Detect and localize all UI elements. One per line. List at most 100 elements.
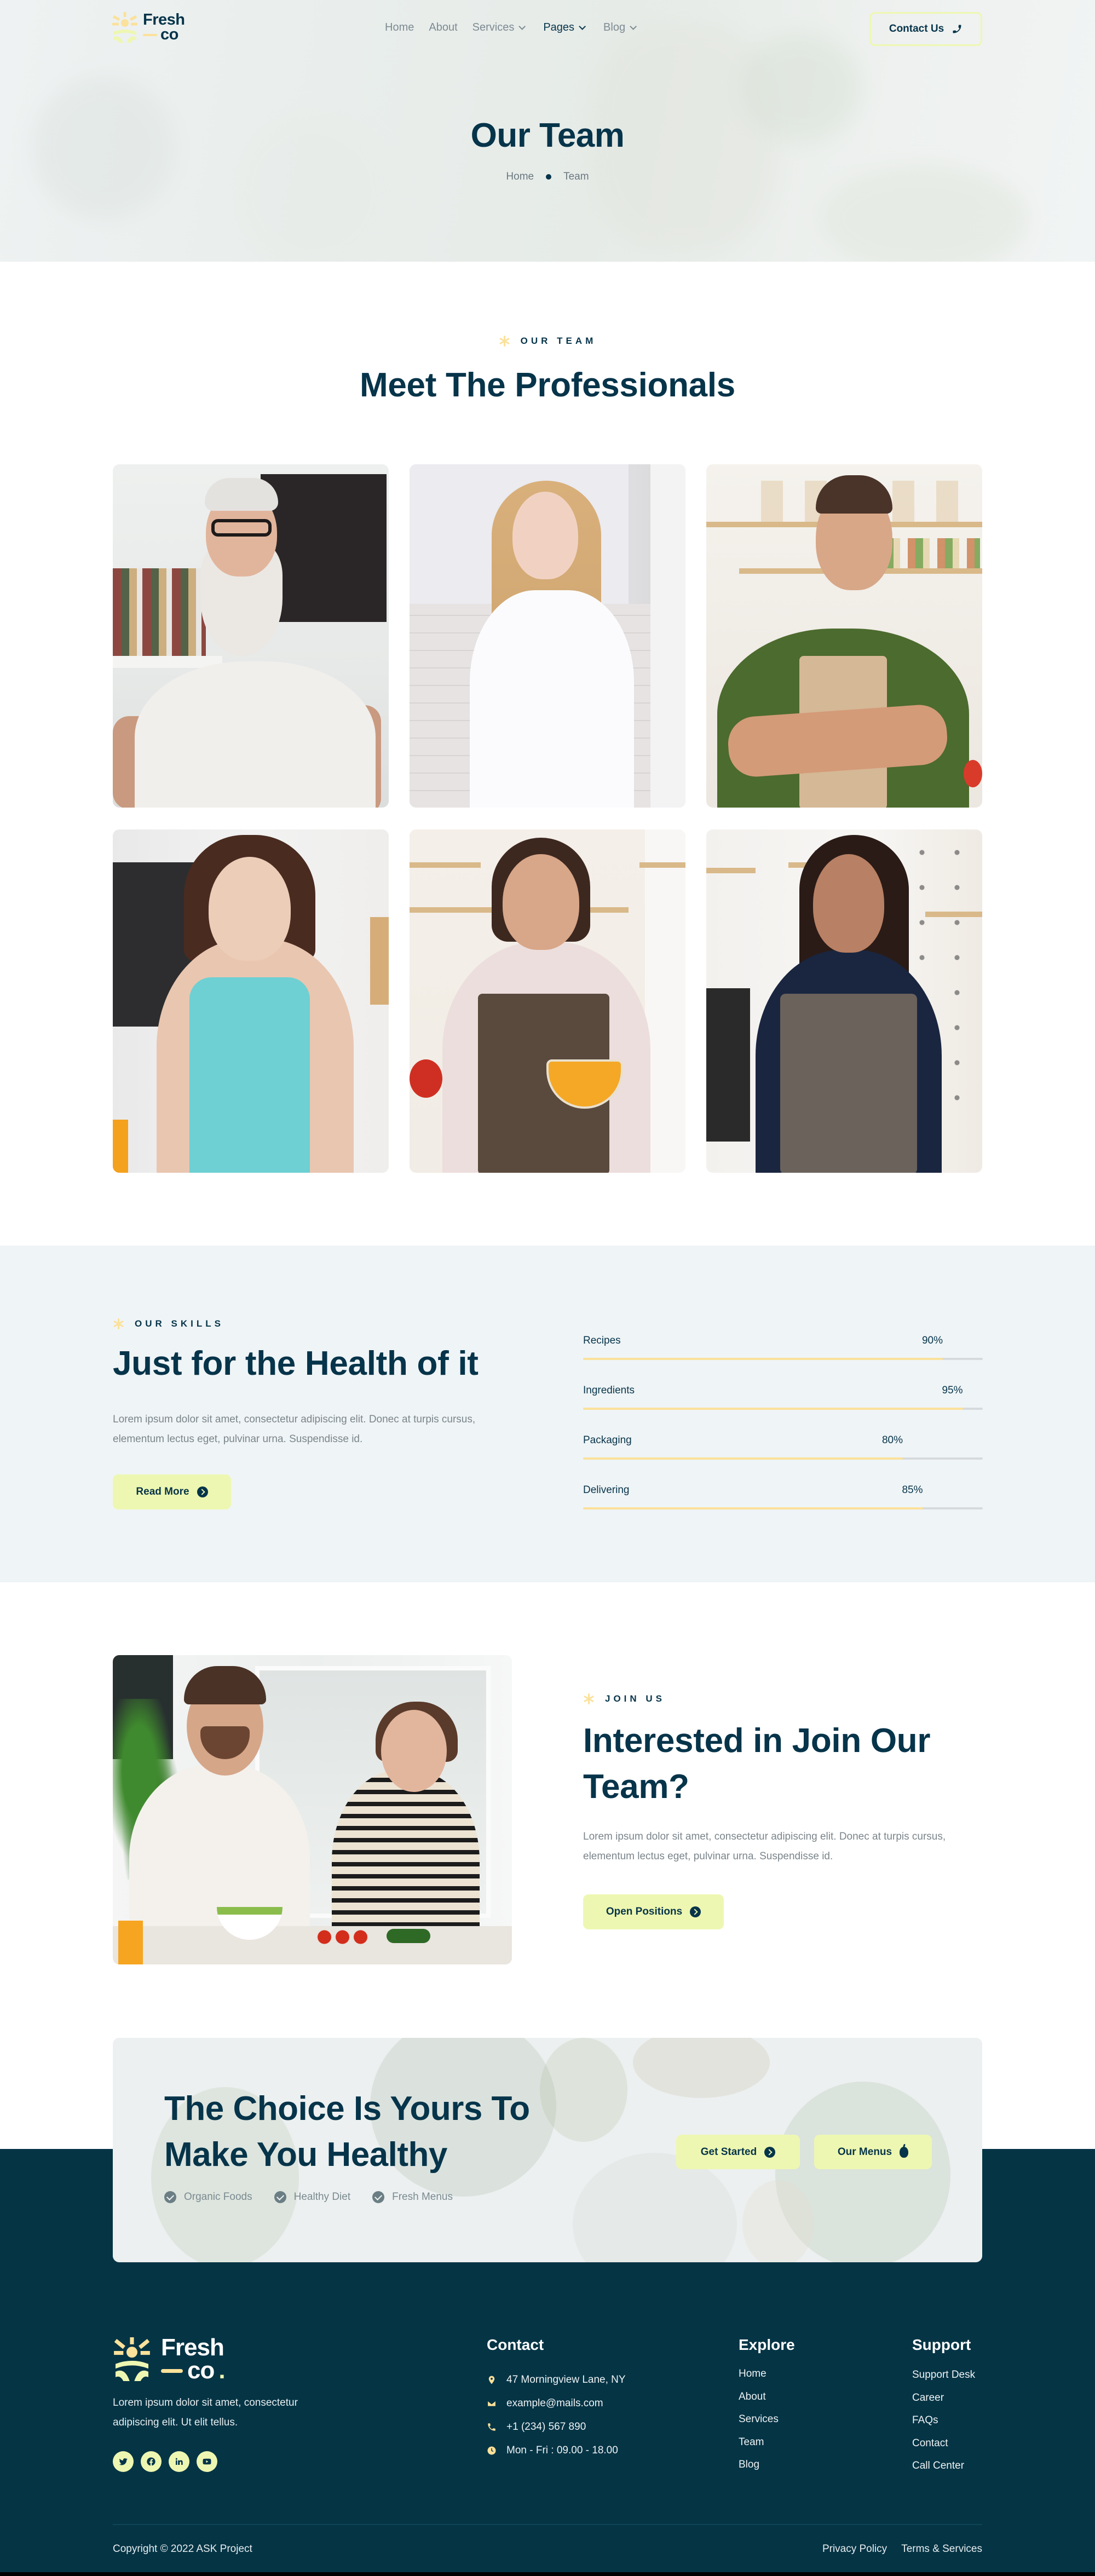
footer-link-support-desk[interactable]: Support Desk: [912, 2369, 975, 2392]
footer-link-services[interactable]: Services: [739, 2413, 779, 2436]
get-started-button[interactable]: Get Started: [676, 2135, 800, 2169]
cta-banner: The Choice Is Yours To Make You Healthy …: [113, 2038, 982, 2262]
footer-link-career[interactable]: Career: [912, 2392, 975, 2415]
breadcrumb-current: Team: [563, 171, 589, 182]
breadcrumb-separator: [546, 174, 552, 180]
legal-links: Privacy Policy Terms & Services: [822, 2543, 982, 2555]
copyright-text: Copyright © 2022 ASK Project: [113, 2543, 252, 2555]
contact-address: 47 Morningview Lane, NY: [487, 2368, 626, 2391]
progress-track: [583, 1507, 983, 1509]
progress-track: [583, 1457, 983, 1460]
cta-feature: Healthy Diet: [274, 2191, 350, 2203]
page-bottom-edge: [0, 2572, 1095, 2576]
logo-sun-field-icon: [112, 12, 137, 43]
footer-link-faqs[interactable]: FAQs: [912, 2414, 975, 2437]
footer-support-links: Support Desk Career FAQs Contact Call Ce…: [912, 2369, 975, 2483]
chevron-down-icon: [630, 22, 637, 30]
skills-section: OUR SKILLS Just for the Health of it Lor…: [0, 1246, 1095, 1582]
nav-item-home[interactable]: Home: [385, 20, 414, 35]
logo-sun-field-icon: [114, 2337, 150, 2381]
youtube-link[interactable]: [197, 2451, 217, 2472]
skills-description: Lorem ipsum dolor sit amet, consectetur …: [113, 1414, 476, 1445]
skill-label: Recipes: [583, 1335, 621, 1346]
footer-description: Lorem ipsum dolor sit amet, consectetur …: [113, 2397, 298, 2428]
skill-bar: Packaging 80%: [583, 1434, 983, 1484]
twitter-link[interactable]: [113, 2451, 134, 2472]
envelope-icon: [487, 2400, 497, 2407]
phone-icon: [488, 2423, 495, 2431]
breadcrumb-home[interactable]: Home: [506, 171, 534, 183]
skills-eyebrow: OUR SKILLS: [113, 1318, 224, 1329]
team-grid: [113, 464, 982, 1173]
skill-bars: Recipes 90% Ingredients 95% Packaging 80…: [583, 1335, 983, 1534]
terms-services-link[interactable]: Terms & Services: [901, 2543, 982, 2555]
chevron-down-icon: [518, 22, 526, 30]
page-title: Our Team: [470, 117, 625, 154]
read-more-button[interactable]: Read More: [113, 1474, 231, 1509]
skill-percent: 95%: [942, 1385, 963, 1396]
privacy-policy-link[interactable]: Privacy Policy: [822, 2543, 887, 2555]
nav-item-services[interactable]: Services: [472, 20, 526, 35]
apple-icon: [900, 2146, 909, 2158]
contact-us-button[interactable]: Contact Us: [869, 12, 982, 46]
main-nav: Home About Services Pages Blog: [385, 20, 637, 35]
our-menus-button[interactable]: Our Menus: [814, 2135, 932, 2169]
arrow-right-circle-icon: [197, 1486, 208, 1497]
skill-percent: 85%: [902, 1484, 923, 1496]
skill-bar: Ingredients 95%: [583, 1385, 983, 1434]
twitter-icon: [119, 2458, 128, 2465]
footer-divider: [113, 2524, 982, 2525]
join-eyebrow: JOIN US: [583, 1693, 665, 1704]
contact-hours: Mon - Fri : 09.00 - 18.00: [487, 2439, 626, 2462]
team-eyebrow: OUR TEAM: [0, 336, 1095, 347]
footer-link-blog[interactable]: Blog: [739, 2459, 779, 2482]
footer-link-team[interactable]: Team: [739, 2436, 779, 2459]
logo[interactable]: Fresh co: [112, 12, 185, 43]
clock-icon: [487, 2446, 496, 2454]
team-member-card[interactable]: [113, 464, 389, 808]
check-circle-icon: [274, 2191, 286, 2203]
footer-logo[interactable]: Fresh co.: [113, 2334, 226, 2384]
contact-phone[interactable]: +1 (234) 567 890: [487, 2415, 626, 2439]
nav-item-about[interactable]: About: [429, 20, 457, 35]
footer-contact-list: 47 Morningview Lane, NY example@mails.co…: [487, 2368, 626, 2462]
footer-logo-text: Fresh co.: [161, 2334, 226, 2384]
progress-track: [583, 1358, 983, 1360]
facebook-link[interactable]: [141, 2451, 162, 2472]
skill-bar: Recipes 90%: [583, 1335, 983, 1385]
footer-link-contact[interactable]: Contact: [912, 2437, 975, 2460]
cta-feature: Organic Foods: [164, 2191, 252, 2203]
cta-title: The Choice Is Yours To Make You Healthy: [164, 2090, 530, 2174]
page-hero: Fresh co Home About Services Pages Blog …: [0, 0, 1095, 262]
contact-email[interactable]: example@mails.com: [487, 2391, 626, 2415]
footer-link-call-center[interactable]: Call Center: [912, 2460, 975, 2483]
join-title: Interested in Join Our Team?: [583, 1722, 931, 1806]
skill-label: Packaging: [583, 1434, 632, 1446]
team-member-card[interactable]: [706, 829, 982, 1173]
team-member-card[interactable]: [410, 464, 685, 808]
progress-fill: [583, 1358, 943, 1360]
footer-link-about[interactable]: About: [739, 2391, 779, 2414]
team-section-title: Meet The Professionals: [360, 366, 735, 404]
footer-explore-title: Explore: [739, 2336, 795, 2353]
progress-fill: [583, 1507, 923, 1509]
check-circle-icon: [372, 2191, 385, 2203]
team-member-card[interactable]: [706, 464, 982, 808]
nav-item-blog[interactable]: Blog: [603, 20, 637, 35]
team-member-card[interactable]: [113, 829, 389, 1173]
footer-support-title: Support: [912, 2336, 971, 2353]
team-member-card[interactable]: [410, 829, 685, 1173]
nav-item-pages[interactable]: Pages: [543, 20, 586, 35]
cta-feature-list: Organic Foods Healthy Diet Fresh Menus: [164, 2191, 453, 2203]
footer-link-home[interactable]: Home: [739, 2368, 779, 2391]
skills-title: Just for the Health of it: [113, 1345, 479, 1382]
footer-contact-title: Contact: [487, 2336, 544, 2353]
social-links: [113, 2451, 217, 2472]
linkedin-link[interactable]: [169, 2451, 189, 2472]
join-team-photo: [113, 1655, 512, 1964]
linkedin-icon: [175, 2458, 183, 2465]
progress-track: [583, 1408, 983, 1410]
progress-fill: [583, 1457, 903, 1460]
open-positions-button[interactable]: Open Positions: [583, 1894, 724, 1929]
progress-fill: [583, 1408, 963, 1410]
